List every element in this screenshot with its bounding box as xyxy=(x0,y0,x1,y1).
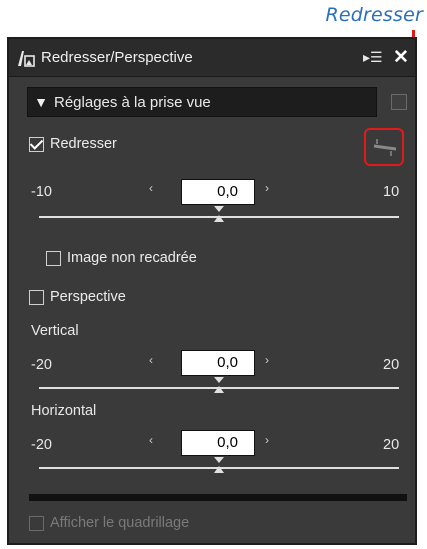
horizontal-max: 20 xyxy=(383,437,400,453)
preset-dropdown[interactable]: ▼ Réglages à la prise vue xyxy=(27,87,377,117)
divider-bar xyxy=(29,494,407,501)
vertical-slider-thumb[interactable] xyxy=(213,376,225,394)
horizontal-value-field[interactable]: 0,0 xyxy=(181,430,255,456)
straighten-tool-icon xyxy=(373,139,397,156)
perspective-label: Perspective xyxy=(50,289,126,305)
panel-titlebar: Redresser/Perspective ▸☰ ✕ xyxy=(9,39,415,77)
straighten-max: 10 xyxy=(383,184,400,200)
vertical-value-field[interactable]: 0,0 xyxy=(181,350,255,376)
decrement-arrow-icon[interactable]: ‹ xyxy=(149,353,153,367)
straighten-perspective-panel: Redresser/Perspective ▸☰ ✕ ▼ Réglages à … xyxy=(7,37,417,545)
grid-checkbox[interactable] xyxy=(29,515,44,531)
straighten-value-field[interactable]: 0,0 xyxy=(181,179,255,205)
perspective-checkbox[interactable] xyxy=(29,289,44,305)
increment-arrow-icon[interactable]: › xyxy=(265,181,269,195)
horizontal-slider-thumb[interactable] xyxy=(213,456,225,474)
vertical-label: Vertical xyxy=(31,323,79,339)
grid-checkbox-row[interactable]: Afficher le quadrillage xyxy=(29,515,189,531)
callout-label: Redresser xyxy=(325,4,423,26)
menu-list-icon[interactable]: ▸☰ xyxy=(363,49,383,66)
uncropped-checkbox-row[interactable]: Image non recadrée xyxy=(46,250,197,266)
uncropped-label: Image non recadrée xyxy=(67,250,197,266)
vertical-min: -20 xyxy=(31,357,52,373)
straighten-checkbox-row[interactable]: Redresser xyxy=(29,136,117,152)
perspective-checkbox-row[interactable]: Perspective xyxy=(29,289,126,305)
reset-square-button[interactable] xyxy=(391,94,407,110)
straighten-slider-thumb[interactable] xyxy=(213,205,225,223)
horizontal-min: -20 xyxy=(31,437,52,453)
straighten-checkbox[interactable] xyxy=(29,136,44,152)
decrement-arrow-icon[interactable]: ‹ xyxy=(149,181,153,195)
panel-title: Redresser/Perspective xyxy=(41,49,193,66)
uncropped-checkbox[interactable] xyxy=(46,250,61,266)
perspective-tool-icon xyxy=(18,50,35,67)
vertical-max: 20 xyxy=(383,357,400,373)
straighten-min: -10 xyxy=(31,184,52,200)
horizontal-label: Horizontal xyxy=(31,403,97,419)
close-icon[interactable]: ✕ xyxy=(393,46,409,69)
straighten-label: Redresser xyxy=(50,136,117,152)
preset-selected-value: Réglages à la prise vue xyxy=(54,93,211,111)
decrement-arrow-icon[interactable]: ‹ xyxy=(149,433,153,447)
increment-arrow-icon[interactable]: › xyxy=(265,433,269,447)
chevron-down-icon: ▼ xyxy=(34,94,48,110)
grid-label: Afficher le quadrillage xyxy=(50,515,190,531)
straighten-tool-button[interactable] xyxy=(364,128,404,166)
increment-arrow-icon[interactable]: › xyxy=(265,353,269,367)
